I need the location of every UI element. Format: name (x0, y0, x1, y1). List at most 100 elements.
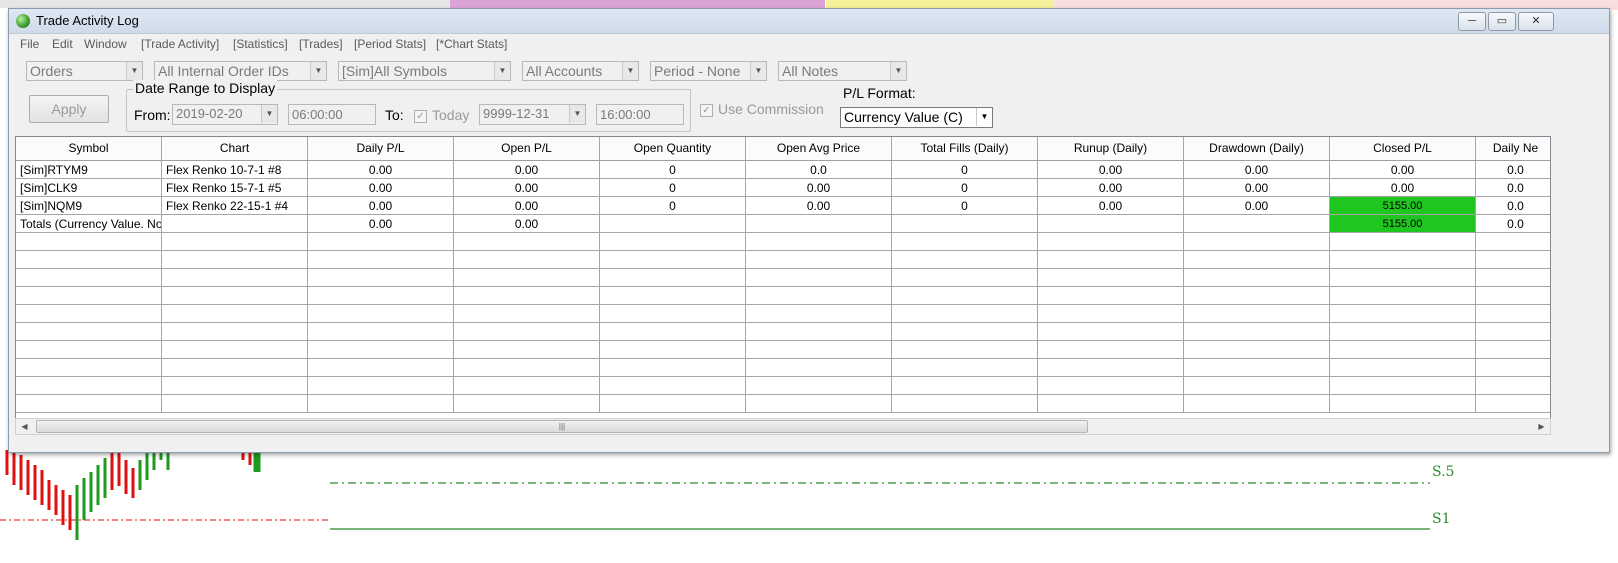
menu-statistics[interactable]: [Statistics] (233, 37, 288, 51)
table-cell (746, 341, 892, 359)
empty-row[interactable] (16, 233, 1550, 251)
apply-button[interactable]: Apply (29, 95, 109, 123)
to-date-picker[interactable]: 9999-12-31 ▼ (479, 104, 586, 125)
table-cell (16, 269, 162, 287)
chevron-down-icon: ▼ (126, 62, 142, 80)
table-cell (454, 359, 600, 377)
pl-format-value: Currency Value (C) (844, 109, 963, 125)
table-cell (892, 287, 1038, 305)
table-cell: 0.00 (1184, 161, 1330, 179)
column-header[interactable]: Chart (162, 137, 308, 160)
column-header[interactable]: Daily P/L (308, 137, 454, 160)
empty-row[interactable] (16, 269, 1550, 287)
table-cell (1330, 341, 1476, 359)
order-ids-select[interactable]: All Internal Order IDs ▼ (154, 61, 327, 81)
empty-row[interactable] (16, 377, 1550, 395)
table-cell (454, 323, 600, 341)
table-cell (1038, 251, 1184, 269)
table-cell (600, 395, 746, 413)
table-cell (1330, 323, 1476, 341)
from-date-picker[interactable]: 2019-02-20 ▼ (172, 104, 278, 125)
table-row[interactable]: [Sim]NQM9 Flex Renko 22-15-1 #4 0.00 0.00 0 0… (16, 197, 1550, 215)
menu-chart-stats[interactable]: [*Chart Stats] (436, 37, 507, 51)
table-cell (1038, 323, 1184, 341)
view-select[interactable]: Orders ▼ (26, 61, 143, 81)
empty-row[interactable] (16, 395, 1550, 413)
notes-select[interactable]: All Notes ▼ (778, 61, 907, 81)
empty-row[interactable] (16, 287, 1550, 305)
table-cell: [Sim]NQM9 (16, 197, 162, 215)
table-cell (162, 287, 308, 305)
table-cell (162, 215, 308, 233)
column-header[interactable]: Closed P/L (1330, 137, 1476, 160)
table-cell (600, 233, 746, 251)
table-cell (308, 287, 454, 305)
table-cell (1038, 269, 1184, 287)
chevron-down-icon: ▼ (622, 62, 638, 80)
horizontal-scrollbar[interactable]: ◀ ||| ▶ (15, 418, 1551, 435)
column-header[interactable]: Drawdown (Daily) (1184, 137, 1330, 160)
to-time-input[interactable]: 16:00:00 (596, 104, 684, 125)
period-select[interactable]: Period - None ▼ (650, 61, 767, 81)
table-cell (1476, 287, 1550, 305)
column-header[interactable]: Open Quantity (600, 137, 746, 160)
empty-row[interactable] (16, 251, 1550, 269)
chevron-down-icon: ▼ (569, 105, 585, 123)
table-cell (16, 359, 162, 377)
table-cell (746, 269, 892, 287)
empty-row[interactable] (16, 305, 1550, 323)
totals-row[interactable]: Totals (Currency Value. Non 0.00 0.00 5155.… (16, 215, 1550, 233)
menu-window[interactable]: Window (84, 37, 127, 51)
column-header[interactable]: Open Avg Price (746, 137, 892, 160)
empty-row[interactable] (16, 341, 1550, 359)
table-cell: Flex Renko 22-15-1 #4 (162, 197, 308, 215)
trade-activity-grid: Symbol Chart Daily P/L Open P/L Open Quantit… (15, 136, 1551, 419)
table-cell (16, 323, 162, 341)
table-cell: Flex Renko 15-7-1 #5 (162, 179, 308, 197)
column-header[interactable]: Runup (Daily) (1038, 137, 1184, 160)
table-cell (1330, 377, 1476, 395)
restore-button[interactable]: ▭ (1488, 12, 1516, 31)
menu-trade-activity[interactable]: [Trade Activity] (141, 37, 219, 51)
menu-bar: File Edit Window [Trade Activity] [Stati… (9, 34, 1609, 54)
close-button[interactable]: ✕ (1518, 12, 1554, 31)
menu-period-stats[interactable]: [Period Stats] (354, 37, 426, 51)
table-cell: 0.00 (308, 161, 454, 179)
minimize-button[interactable]: ─ (1458, 12, 1486, 31)
column-header[interactable]: Open P/L (454, 137, 600, 160)
menu-edit[interactable]: Edit (52, 37, 73, 51)
scroll-thumb[interactable]: ||| (36, 420, 1088, 433)
table-cell (16, 233, 162, 251)
table-cell (1476, 359, 1550, 377)
to-date-value: 9999-12-31 (483, 106, 550, 121)
accounts-select[interactable]: All Accounts ▼ (522, 61, 639, 81)
scroll-right-icon[interactable]: ▶ (1533, 419, 1550, 434)
column-header[interactable]: Daily Ne (1476, 137, 1550, 160)
chevron-down-icon: ▼ (890, 62, 906, 80)
use-commission-checkbox[interactable]: ✓ (700, 104, 713, 117)
empty-row[interactable] (16, 359, 1550, 377)
s5-level-label: S.5 (1432, 464, 1455, 480)
menu-file[interactable]: File (20, 37, 39, 51)
pl-format-select[interactable]: Currency Value (C) ▼ (840, 107, 993, 128)
table-cell (16, 395, 162, 413)
table-cell (1184, 323, 1330, 341)
menu-trades[interactable]: [Trades] (299, 37, 343, 51)
column-header[interactable]: Symbol (16, 137, 162, 160)
empty-row[interactable] (16, 323, 1550, 341)
from-time-input[interactable]: 06:00:00 (288, 104, 376, 125)
date-range-legend: Date Range to Display (133, 80, 278, 96)
table-cell (454, 395, 600, 413)
title-bar[interactable]: Trade Activity Log ─ ▭ ✕ (9, 9, 1609, 34)
use-commission-label: Use Commission (718, 101, 824, 117)
table-cell (162, 377, 308, 395)
symbols-select[interactable]: [Sim]All Symbols ▼ (338, 61, 511, 81)
accounts-select-value: All Accounts (526, 63, 603, 79)
today-checkbox[interactable]: ✓ (414, 110, 427, 123)
column-header[interactable]: Total Fills (Daily) (892, 137, 1038, 160)
table-cell (308, 395, 454, 413)
table-cell (454, 377, 600, 395)
table-row[interactable]: [Sim]CLK9 Flex Renko 15-7-1 #5 0.00 0.00 0 0.… (16, 179, 1550, 197)
table-row[interactable]: [Sim]RTYM9 Flex Renko 10-7-1 #8 0.00 0.00 0 0… (16, 161, 1550, 179)
scroll-left-icon[interactable]: ◀ (16, 419, 33, 434)
